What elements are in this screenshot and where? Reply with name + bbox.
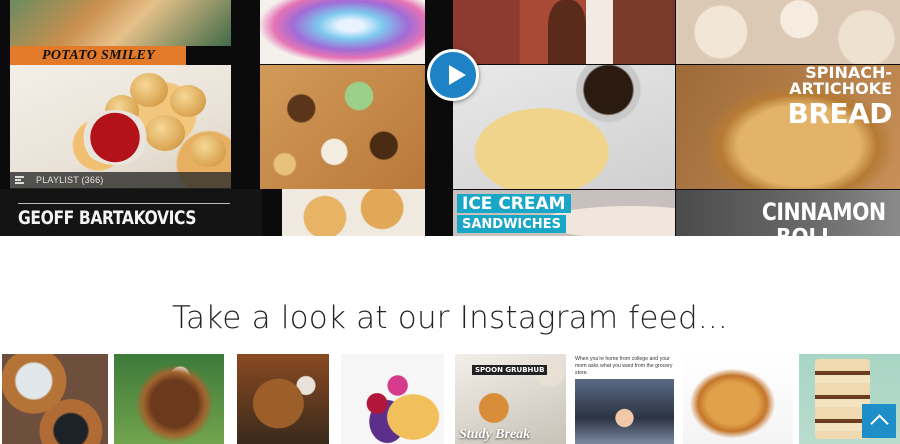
- study-break-title: Study Break: [459, 427, 531, 442]
- ice-cream-label: ICE CREAM: [457, 194, 571, 213]
- ketchup-bowl: [80, 110, 150, 165]
- cookies-image: [260, 65, 425, 189]
- potato-smiley-label-text: POTATO SMILEY: [42, 48, 155, 63]
- donuts-image: [282, 189, 425, 236]
- cinnamon-label-line1: CINNAMON: [762, 198, 886, 226]
- spinach-label-line2: ARTICHOKE: [789, 79, 892, 98]
- quesadilla-image: [453, 65, 675, 189]
- instagram-post[interactable]: [237, 354, 329, 444]
- instagram-post[interactable]: SPOON GRUBHUB Study Break: [455, 354, 566, 444]
- ice-cream-sublabel: SANDWICHES: [457, 215, 566, 233]
- instagram-post[interactable]: [114, 354, 224, 444]
- playlist-button[interactable]: PLAYLIST (366): [10, 172, 231, 189]
- potato-smiley-image: [10, 65, 231, 188]
- cinnamon-roll-image: CINNAMON ROLL: [676, 190, 900, 236]
- instagram-post[interactable]: [683, 354, 793, 444]
- potato-smiley: [190, 135, 226, 167]
- ice-cream-sandwich-image: ICE CREAM SANDWICHES: [453, 190, 675, 236]
- creator-banner: GEOFF BARTAKOVICS: [0, 189, 262, 236]
- spinach-label-line3: BREAD: [787, 97, 893, 130]
- ice-cream-label-line1: ICE CREAM: [462, 194, 566, 214]
- instagram-heading: Take a look at our Instagram feed...: [172, 300, 728, 336]
- instagram-post[interactable]: [2, 354, 108, 444]
- spinach-artichoke-bread-image: SPINACH- ARTICHOKE BREAD: [676, 65, 900, 189]
- playlist-icon: [15, 176, 24, 184]
- cinnamon-label-line2: ROLL: [776, 224, 834, 236]
- ice-cream-label-line2: SANDWICHES: [462, 217, 561, 232]
- logo-text: SPOON GRUBHUB: [472, 365, 548, 375]
- spoon-grubhub-logo: SPOON GRUBHUB: [472, 359, 556, 375]
- creator-name: GEOFF BARTAKOVICS: [18, 207, 197, 229]
- playlist-label: PLAYLIST (366): [36, 175, 104, 185]
- potato-smiley-image-top: [10, 0, 231, 46]
- post-caption: When you're home from college and your m…: [575, 356, 673, 376]
- woman-eating-image: [453, 0, 675, 64]
- creator-divider: [18, 203, 230, 204]
- video-player[interactable]: POTATO SMILEY PLAYLIST (366) GEOFF BARTA…: [0, 0, 900, 236]
- back-to-top-button[interactable]: [862, 404, 896, 438]
- galaxy-dessert-image: [260, 0, 425, 64]
- instagram-post[interactable]: When you're home from college and your m…: [573, 354, 676, 444]
- potato-smiley-label: POTATO SMILEY: [10, 46, 186, 65]
- potato-smiley: [170, 85, 206, 117]
- sprinkle-cookies-image: [676, 0, 900, 64]
- play-button[interactable]: [427, 49, 479, 101]
- potato-smiley: [145, 115, 185, 151]
- post-photo: [575, 379, 674, 444]
- instagram-post[interactable]: [341, 354, 444, 444]
